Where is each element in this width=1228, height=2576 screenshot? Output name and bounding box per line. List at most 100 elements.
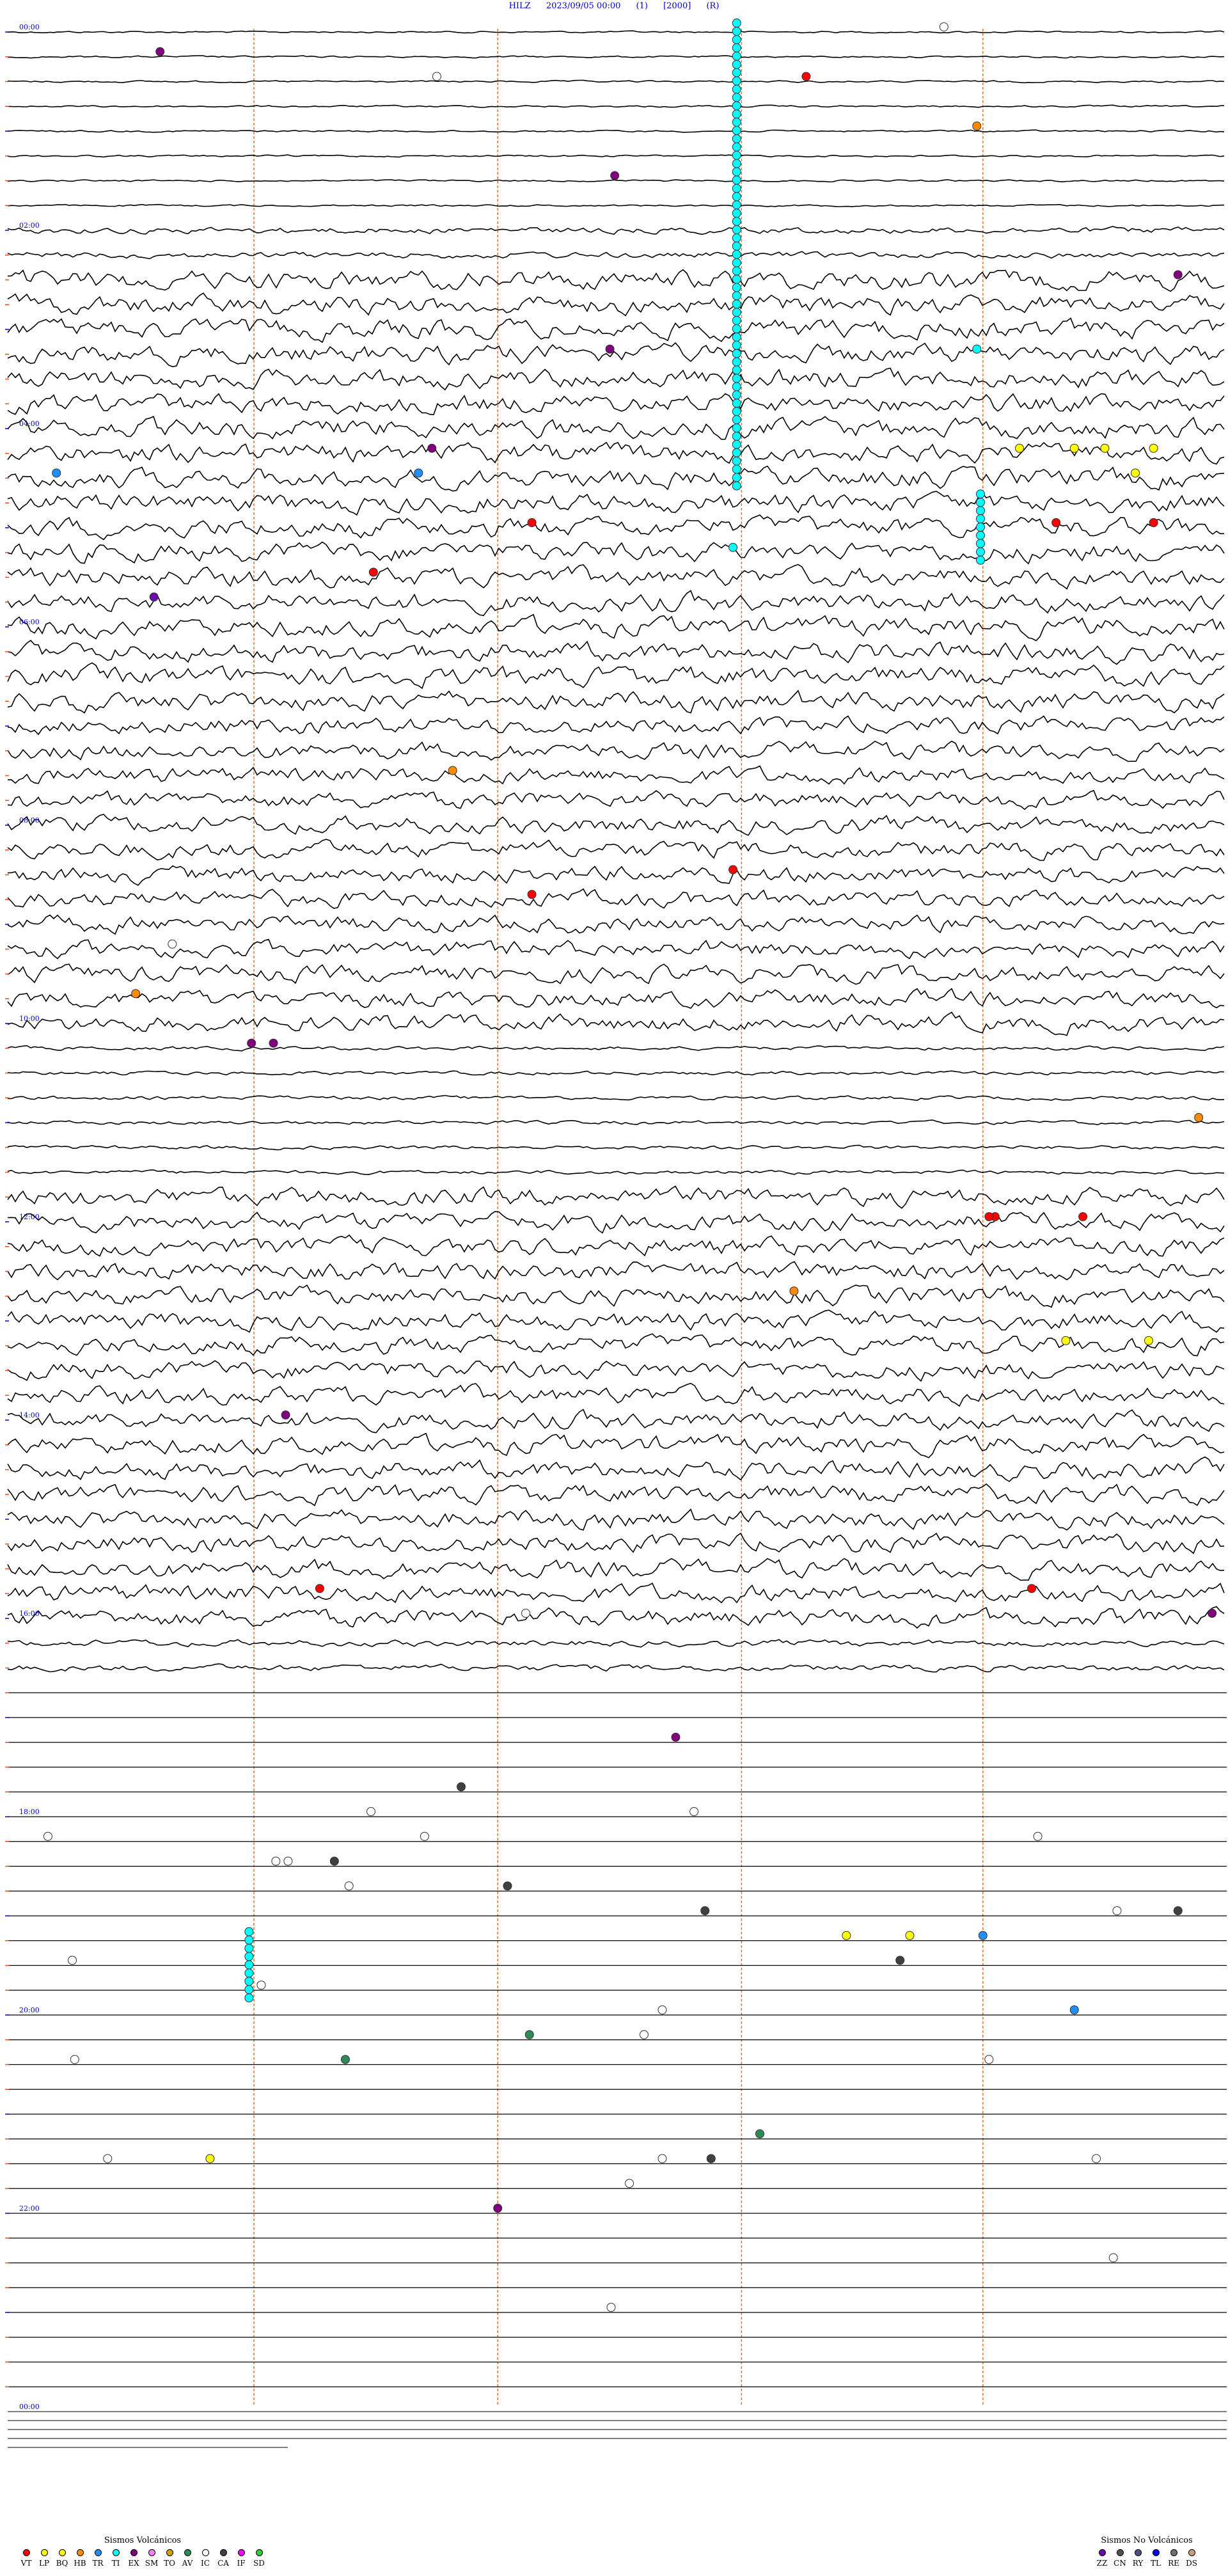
legend-volcanic: Sismos Volcánicos VT LP BQ HB TR TI EX SM TO AV IC… bbox=[19, 2536, 266, 2568]
legend-swatch bbox=[166, 2549, 173, 2556]
legend-code: IC bbox=[201, 2559, 210, 2568]
legend-swatch bbox=[255, 2549, 263, 2556]
legend-item: TR bbox=[91, 2549, 105, 2568]
event-marker bbox=[527, 518, 537, 527]
tremor-marker bbox=[732, 316, 741, 325]
event-marker bbox=[168, 939, 177, 949]
legend-nonvolcanic: Sismos No Volcánicos ZZ CN RY TL RE DS bbox=[1095, 2536, 1199, 2568]
seismic-trace bbox=[7, 251, 1225, 260]
tremor-marker bbox=[732, 167, 741, 177]
tremor-marker bbox=[732, 258, 741, 267]
seismic-trace bbox=[7, 1558, 1225, 1581]
legend-item: TL bbox=[1149, 2549, 1163, 2568]
legend-code: LP bbox=[38, 2559, 50, 2568]
tremor-marker bbox=[975, 555, 985, 565]
seismic-trace bbox=[7, 765, 1225, 785]
legend-item: RY bbox=[1131, 2549, 1145, 2568]
event-marker bbox=[895, 1956, 905, 1965]
legend-code: HB bbox=[74, 2559, 86, 2568]
legend-volcanic-title: Sismos Volcánicos bbox=[104, 2536, 182, 2545]
tremor-marker bbox=[975, 514, 985, 523]
tremor-marker bbox=[244, 1968, 254, 1978]
legend-code: TI bbox=[111, 2559, 120, 2568]
tremor-marker bbox=[732, 150, 741, 160]
event-marker bbox=[524, 2030, 534, 2039]
legend-swatch bbox=[40, 2549, 48, 2556]
event-marker bbox=[457, 1782, 466, 1792]
event-marker bbox=[689, 1807, 699, 1816]
event-marker bbox=[1100, 443, 1110, 453]
tremor-marker bbox=[244, 1977, 254, 1986]
event-marker bbox=[493, 2204, 503, 2213]
seismic-trace bbox=[7, 269, 1225, 292]
tremor-marker bbox=[732, 27, 741, 36]
tremor-marker bbox=[732, 101, 741, 111]
legend-swatch bbox=[219, 2549, 227, 2556]
seismic-trace bbox=[7, 1070, 1225, 1076]
seismic-trace bbox=[7, 179, 1225, 183]
seismic-trace bbox=[7, 1211, 1225, 1234]
event-marker bbox=[801, 72, 811, 81]
tremor-marker bbox=[732, 209, 741, 218]
event-marker bbox=[1051, 518, 1061, 527]
hour-label: 06:00 bbox=[19, 618, 40, 626]
tremor-marker bbox=[732, 357, 741, 367]
tremor-marker bbox=[732, 126, 741, 135]
hour-label: 20:00 bbox=[19, 2006, 40, 2014]
legend-item: ZZ bbox=[1095, 2549, 1109, 2568]
tremor-marker bbox=[975, 489, 985, 499]
tremor-marker bbox=[732, 481, 741, 491]
seismic-trace bbox=[7, 1169, 1225, 1176]
seismic-trace bbox=[7, 203, 1225, 207]
tremor-marker bbox=[732, 109, 741, 119]
seismic-trace bbox=[7, 865, 1225, 886]
tremor-marker bbox=[732, 333, 741, 342]
event-marker bbox=[527, 890, 537, 899]
tremor-marker bbox=[732, 249, 741, 259]
tremor-marker bbox=[732, 68, 741, 77]
legend-swatch bbox=[94, 2549, 102, 2556]
event-marker bbox=[247, 1038, 256, 1048]
seismic-trace bbox=[7, 814, 1225, 836]
tremor-marker bbox=[732, 324, 741, 333]
event-marker bbox=[448, 766, 457, 775]
seismic-trace bbox=[7, 491, 1225, 516]
event-marker bbox=[521, 1609, 531, 1618]
event-marker bbox=[344, 1881, 354, 1891]
legend-code: EX bbox=[128, 2559, 139, 2568]
seismic-trace bbox=[7, 888, 1225, 909]
seismic-trace bbox=[7, 317, 1225, 344]
event-marker bbox=[755, 2129, 765, 2138]
tremor-marker bbox=[975, 506, 985, 516]
event-marker bbox=[1208, 1609, 1217, 1618]
seismic-trace bbox=[7, 465, 1225, 492]
hour-label: 08:00 bbox=[19, 816, 40, 825]
event-marker bbox=[1092, 2154, 1101, 2163]
event-marker bbox=[1061, 1336, 1071, 1345]
legend-code: TR bbox=[92, 2559, 104, 2568]
seismic-trace bbox=[7, 914, 1225, 935]
seismic-trace bbox=[7, 55, 1225, 59]
tremor-marker bbox=[732, 399, 741, 408]
tremor-marker bbox=[732, 43, 741, 52]
tremor-marker bbox=[732, 19, 741, 28]
event-marker bbox=[605, 344, 615, 354]
legend-nonvolcanic-title: Sismos No Volcánicos bbox=[1101, 2536, 1193, 2545]
event-marker bbox=[269, 1038, 278, 1048]
hour-label: 18:00 bbox=[19, 1808, 40, 1816]
tremor-marker bbox=[975, 539, 985, 548]
legend-code: SD bbox=[253, 2559, 265, 2568]
legend-swatch bbox=[58, 2549, 66, 2556]
event-marker bbox=[1149, 443, 1158, 453]
tremor-marker bbox=[244, 1935, 254, 1945]
tremor-marker bbox=[244, 1927, 254, 1936]
tremor-marker bbox=[732, 473, 741, 482]
event-marker bbox=[972, 344, 982, 354]
tremor-marker bbox=[732, 84, 741, 94]
seismic-trace bbox=[7, 342, 1225, 368]
legend-code: BQ bbox=[56, 2559, 68, 2568]
seismic-trace bbox=[7, 1234, 1225, 1257]
legend-swatch bbox=[1116, 2549, 1124, 2556]
legend-swatch bbox=[112, 2549, 120, 2556]
event-marker bbox=[149, 592, 159, 602]
